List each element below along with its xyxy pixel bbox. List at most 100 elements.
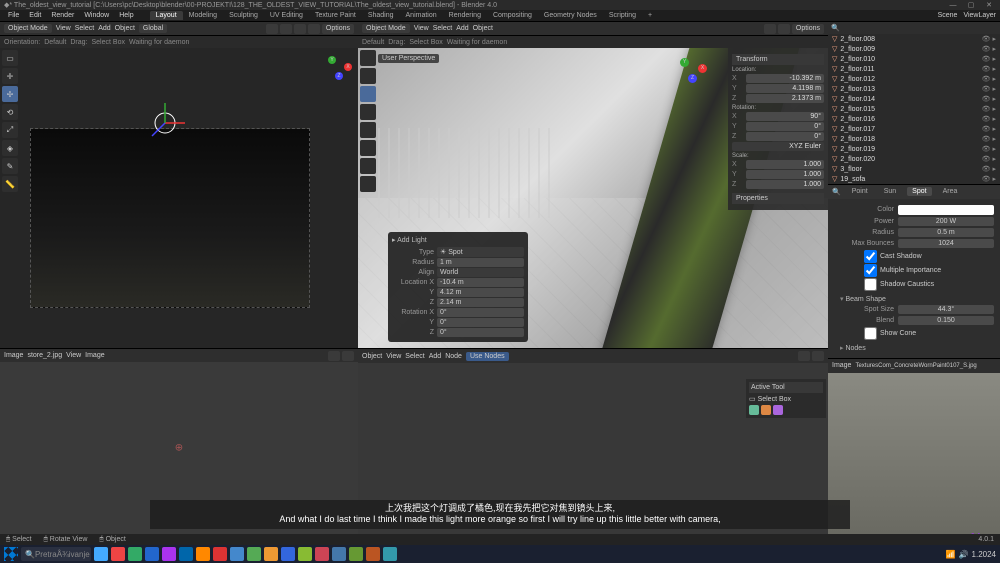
shading-rendered-button[interactable] (308, 24, 320, 34)
outliner-item[interactable]: ▽2_floor.015👁▸ (828, 104, 1000, 114)
shader-add[interactable]: Add (429, 353, 441, 360)
mid-options[interactable]: Options (792, 24, 824, 34)
color-swatch-2[interactable] (761, 405, 771, 415)
restrict-icon[interactable]: ▸ (992, 85, 996, 93)
cursor-tool[interactable]: ✛ (2, 68, 18, 84)
ws-tab-animation[interactable]: Animation (400, 11, 443, 20)
task-app12[interactable] (281, 547, 295, 561)
ws-tab-layout[interactable]: Layout (150, 11, 183, 20)
eye-icon[interactable]: 👁 (982, 125, 991, 133)
ws-tab-scripting[interactable]: Scripting (603, 11, 642, 20)
tab-area[interactable]: Area (938, 187, 963, 196)
shader-snap-button[interactable] (812, 351, 824, 361)
tray-time[interactable]: 1.2024 (972, 550, 996, 559)
vp-menu-add[interactable]: Add (98, 25, 110, 32)
beam-shape-header[interactable]: Beam Shape (834, 295, 994, 303)
ws-tab-sculpting[interactable]: Sculpting (223, 11, 264, 20)
task-app11[interactable] (264, 547, 278, 561)
loc-x-field[interactable]: -10.392 m (746, 74, 824, 83)
restrict-icon[interactable]: ▸ (992, 125, 996, 133)
close-button[interactable]: ✕ (982, 1, 996, 9)
tab-spot[interactable]: Spot (907, 187, 931, 196)
menu-edit[interactable]: Edit (25, 12, 45, 19)
shader-node[interactable]: Node (445, 353, 462, 360)
task-app8[interactable] (213, 547, 227, 561)
outliner-item[interactable]: ▽2_floor.009👁▸ (828, 44, 1000, 54)
ws-tab-texture[interactable]: Texture Paint (309, 11, 362, 20)
eye-icon[interactable]: 👁 (982, 175, 991, 183)
annotate-tool[interactable]: ✎ (2, 158, 18, 174)
power-field[interactable]: 200 W (898, 217, 994, 226)
rotate-tool[interactable]: ⟲ (2, 104, 18, 120)
restrict-icon[interactable]: ▸ (992, 145, 996, 153)
maximize-button[interactable]: ▢ (964, 1, 978, 9)
tab-sun[interactable]: Sun (879, 187, 901, 196)
mid-cursor-tool[interactable] (360, 68, 376, 84)
restrict-icon[interactable]: ▸ (992, 135, 996, 143)
mid-menu-object[interactable]: Object (473, 25, 493, 32)
texture-preview[interactable] (828, 373, 1000, 534)
task-app16[interactable] (349, 547, 363, 561)
eye-icon[interactable]: 👁 (982, 35, 991, 43)
task-app9[interactable] (230, 547, 244, 561)
mid-menu-add[interactable]: Add (456, 25, 468, 32)
multi-importance-checkbox[interactable] (864, 264, 877, 277)
ws-tab-shading[interactable]: Shading (362, 11, 400, 20)
task-app18[interactable] (383, 547, 397, 561)
mode-dropdown[interactable]: Object Mode (4, 24, 52, 33)
measure-tool[interactable]: 📏 (2, 176, 18, 192)
use-nodes-toggle[interactable]: Use Nodes (466, 352, 509, 361)
mid-menu-select[interactable]: Select (433, 25, 452, 32)
task-explorer[interactable] (94, 547, 108, 561)
eye-icon[interactable]: 👁 (982, 135, 991, 143)
drag-value[interactable]: Select Box (92, 39, 125, 46)
img-right-file[interactable]: TexturesCom_ConcreteWornPaint0107_S.jpg (855, 363, 976, 369)
task-blender[interactable] (196, 547, 210, 561)
eye-icon[interactable]: 👁 (982, 115, 991, 123)
shading-wireframe-button[interactable] (266, 24, 278, 34)
ws-tab-uv[interactable]: UV Editing (264, 11, 309, 20)
viewport-middle[interactable]: User Perspective X Y Z Transform Locatio… (358, 48, 828, 348)
prop-radius-field[interactable]: 0.5 m (898, 228, 994, 237)
outliner-item[interactable]: ▽2_floor.019👁▸ (828, 144, 1000, 154)
restrict-icon[interactable]: ▸ (992, 155, 996, 163)
restrict-icon[interactable]: ▸ (992, 65, 996, 73)
light-color-field[interactable] (898, 205, 994, 215)
outliner-item[interactable]: ▽2_floor.018👁▸ (828, 134, 1000, 144)
img-channels-button[interactable] (342, 351, 354, 361)
align-dropdown[interactable]: World (437, 268, 524, 277)
nodes-header[interactable]: Nodes (834, 344, 994, 352)
menu-render[interactable]: Render (47, 12, 78, 19)
eye-icon[interactable]: 👁 (982, 85, 991, 93)
menu-file[interactable]: File (4, 12, 23, 19)
vp-menu-object[interactable]: Object (115, 25, 135, 32)
active-tool-header[interactable]: Active Tool (749, 382, 823, 393)
ws-tab-add[interactable]: + (642, 11, 658, 20)
eye-icon[interactable]: 👁 (982, 65, 991, 73)
viewlayer-dropdown[interactable]: ViewLayer (963, 12, 996, 19)
outliner-item[interactable]: ▽2_floor.014👁▸ (828, 94, 1000, 104)
transform-gizmo[interactable] (140, 98, 190, 148)
light-type-dropdown[interactable]: ☀ Spot (437, 247, 524, 257)
eye-icon[interactable]: 👁 (982, 105, 991, 113)
properties-section-header[interactable]: Properties (732, 193, 824, 204)
outliner-item[interactable]: ▽19_sofa👁▸ (828, 174, 1000, 184)
eye-icon[interactable]: 👁 (982, 165, 991, 173)
mid-select-box[interactable]: Select Box (409, 39, 442, 46)
rot-y-field[interactable]: 0° (746, 122, 824, 131)
popup-roty-field[interactable]: 0° (437, 318, 524, 327)
cast-shadow-checkbox[interactable] (864, 250, 877, 263)
shader-view[interactable]: View (386, 353, 401, 360)
options-dropdown[interactable]: Options (322, 24, 354, 34)
mid-select-tool[interactable] (360, 50, 376, 66)
system-tray[interactable]: 📶 🔊 1.2024 (946, 550, 996, 559)
popup-locx-field[interactable]: -10.4 m (437, 278, 524, 287)
task-app5[interactable] (162, 547, 176, 561)
minimize-button[interactable]: — (946, 1, 960, 9)
mid-move-tool[interactable] (360, 86, 376, 102)
nav-gizmo-mid[interactable]: X Y Z (678, 54, 708, 84)
transform-section-header[interactable]: Transform (732, 54, 824, 65)
eye-icon[interactable]: 👁 (982, 45, 991, 53)
outliner-item[interactable]: ▽2_floor.010👁▸ (828, 54, 1000, 64)
img-right-label[interactable]: Image (832, 362, 851, 369)
